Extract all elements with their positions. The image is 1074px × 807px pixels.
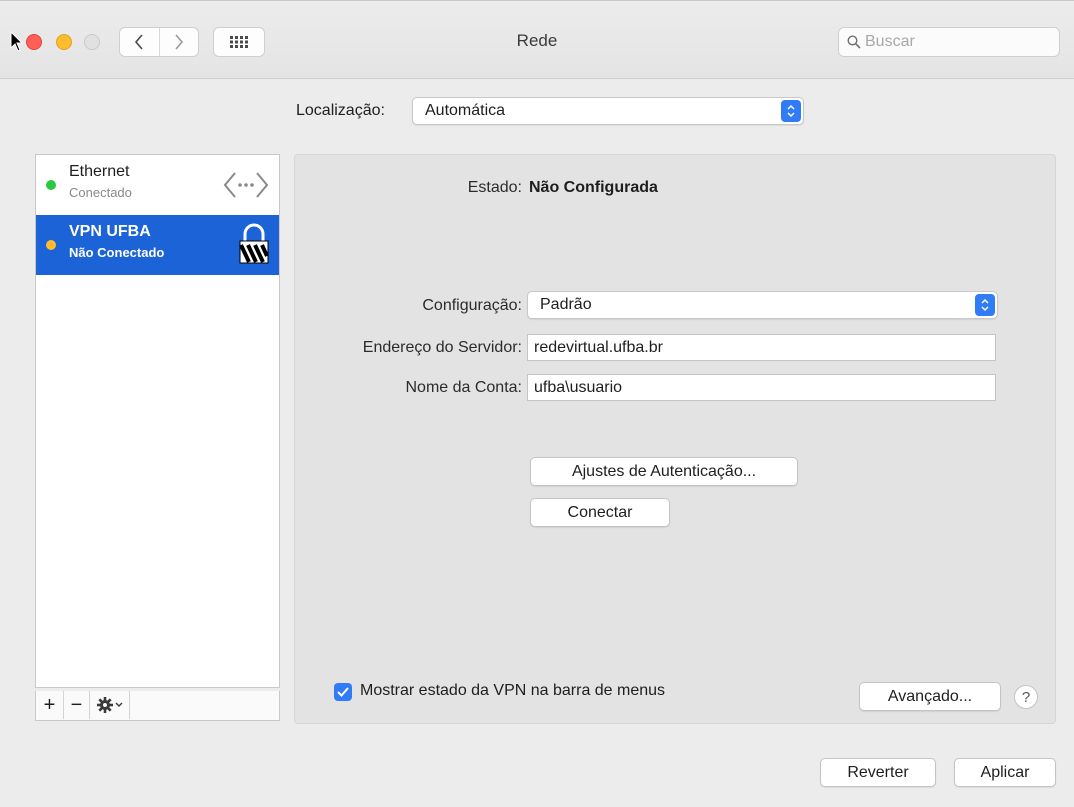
network-preferences-window: Rede Buscar Localização: Automática Ethe…	[0, 0, 1074, 807]
action-menu-button[interactable]	[90, 691, 130, 719]
service-list-toolbar: + −	[35, 691, 280, 721]
add-service-button[interactable]: +	[36, 691, 64, 719]
state-value: Não Configurada	[529, 179, 658, 196]
location-label: Localização:	[296, 102, 385, 119]
search-placeholder: Buscar	[865, 33, 915, 50]
remove-service-button[interactable]: −	[64, 691, 90, 719]
popup-arrows-icon	[975, 294, 995, 316]
account-name-label: Nome da Conta:	[405, 379, 522, 396]
revert-button[interactable]: Reverter	[820, 758, 936, 787]
vpn-lock-icon	[239, 223, 269, 264]
title-bar: Rede Buscar	[0, 1, 1074, 79]
service-name: Ethernet	[69, 163, 130, 180]
server-address-field[interactable]: redevirtual.ufba.br	[527, 334, 996, 361]
service-list: Ethernet Conectado VPN UFBA Não Conectad…	[35, 154, 280, 688]
state-label: Estado:	[467, 179, 522, 196]
status-dot-green	[46, 180, 56, 190]
account-name-value: ufba\usuario	[534, 378, 623, 396]
service-detail-panel	[294, 154, 1056, 724]
help-button[interactable]: ?	[1014, 685, 1038, 709]
service-status: Não Conectado	[69, 245, 165, 260]
checkmark-icon	[337, 687, 349, 697]
location-value: Automática	[425, 102, 506, 119]
chevron-down-icon	[115, 702, 122, 707]
service-name: VPN UFBA	[69, 223, 151, 240]
status-dot-yellow	[46, 240, 56, 250]
location-popup[interactable]: Automática	[412, 97, 804, 125]
search-icon	[847, 35, 861, 49]
server-address-label: Endereço do Servidor:	[362, 339, 522, 356]
popup-arrows-icon	[781, 100, 801, 122]
connect-button[interactable]: Conectar	[530, 498, 670, 527]
account-name-field[interactable]: ufba\usuario	[527, 374, 996, 401]
configuration-value: Padrão	[540, 296, 592, 313]
server-address-value: redevirtual.ufba.br	[534, 338, 663, 356]
apply-button[interactable]: Aplicar	[954, 758, 1056, 787]
service-item-ethernet[interactable]: Ethernet Conectado	[36, 155, 279, 215]
show-vpn-status-label[interactable]: Mostrar estado da VPN na barra de menus	[360, 682, 665, 700]
configuration-popup[interactable]: Padrão	[527, 291, 998, 319]
service-status: Conectado	[69, 185, 132, 200]
configuration-label: Configuração:	[422, 297, 522, 314]
service-item-vpn-ufba[interactable]: VPN UFBA Não Conectado	[36, 215, 279, 275]
authentication-settings-button[interactable]: Ajustes de Autenticação...	[530, 457, 798, 486]
advanced-button[interactable]: Avançado...	[859, 682, 1001, 711]
search-field[interactable]: Buscar	[838, 27, 1060, 57]
gear-icon	[96, 697, 113, 713]
ethernet-arrows-icon	[223, 172, 269, 198]
show-vpn-status-checkbox[interactable]	[334, 683, 352, 701]
